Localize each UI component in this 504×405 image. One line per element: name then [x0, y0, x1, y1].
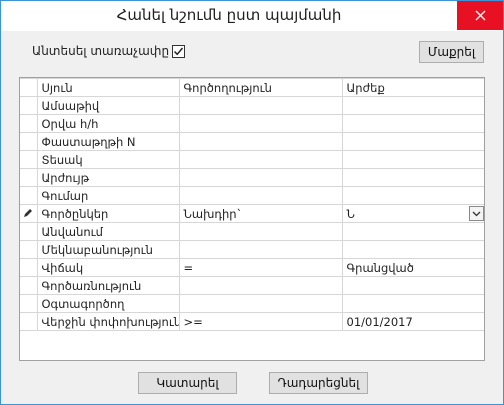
cell-column[interactable]: Անվանում [36, 222, 180, 241]
cell-operation[interactable] [178, 96, 343, 115]
cell-operation[interactable] [178, 186, 343, 205]
cell-operation[interactable] [178, 294, 343, 313]
cell-column[interactable]: Փաստաթղթի N [36, 132, 180, 151]
cell-value[interactable] [341, 96, 484, 115]
cell-column[interactable]: Օրվա հ/հ [36, 114, 180, 133]
column-header-value: Արժեք [341, 78, 484, 97]
row-indicator [20, 312, 38, 331]
cell-value[interactable] [341, 132, 484, 151]
table-row[interactable]: Վերջին փոփոխություն >= 01/01/2017 [20, 312, 484, 331]
cell-value[interactable] [341, 114, 484, 133]
table-row[interactable]: Գումար [20, 186, 484, 205]
row-indicator [20, 132, 38, 151]
row-indicator [20, 240, 38, 259]
conditions-grid: Սյուն Գործողություն Արժեք Ամսաթիվ Օրվա հ/… [19, 77, 485, 361]
table-row[interactable]: Մեկնաբանություն [20, 240, 484, 259]
table-row[interactable]: Ամսաթիվ [20, 96, 484, 115]
table-row[interactable]: Օրվա հ/հ [20, 114, 484, 133]
cell-operation[interactable] [178, 150, 343, 169]
table-row[interactable]: Արժույթ [20, 168, 484, 187]
cell-column[interactable]: Մեկնաբանություն [36, 240, 180, 259]
cell-operation[interactable]: >= [178, 312, 343, 331]
row-indicator [20, 294, 38, 313]
table-row[interactable]: Գործառնություն [20, 276, 484, 295]
cell-value[interactable] [341, 222, 484, 241]
row-indicator [20, 204, 38, 223]
pencil-icon [24, 208, 33, 217]
cell-column[interactable]: Գործառնություն [36, 276, 180, 295]
dialog-window: Հանել նշումն ըստ պայմանի Անտեսել տառաչափ… [0, 0, 504, 405]
ignore-case-label: Անտեսել տառաչափը [32, 44, 170, 58]
column-header-operation: Գործողություն [178, 78, 343, 97]
cell-column[interactable]: Օգտագործող [36, 294, 180, 313]
cell-value[interactable]: Գրանցված [341, 258, 484, 277]
cell-value[interactable] [341, 240, 484, 259]
cell-operation[interactable] [178, 240, 343, 259]
dialog-title: Հանել նշումն ըստ պայմանի [116, 6, 342, 24]
cell-value[interactable]: Ն [341, 204, 484, 223]
cell-column[interactable]: Վերջին փոփոխություն [36, 312, 180, 331]
grid-header-row: Սյուն Գործողություն Արժեք [20, 78, 484, 97]
table-row[interactable]: Վիճակ = Գրանցված [20, 258, 484, 277]
table-row[interactable]: Տեսակ [20, 150, 484, 169]
cell-column[interactable]: Վիճակ [36, 258, 180, 277]
cell-value[interactable]: 01/01/2017 [341, 312, 484, 331]
cell-operation[interactable] [178, 276, 343, 295]
table-row[interactable]: Անվանում [20, 222, 484, 241]
row-indicator [20, 186, 38, 205]
table-row[interactable]: Փաստաթղթի N [20, 132, 484, 151]
dropdown-button[interactable] [468, 206, 484, 221]
execute-button[interactable]: Կատարել [138, 372, 237, 394]
title-bar: Հանել նշումն ըստ պայմանի [1, 1, 503, 31]
cell-column[interactable]: Գումար [36, 186, 180, 205]
row-indicator [20, 258, 38, 277]
row-indicator [20, 96, 38, 115]
dialog-body: Անտեսել տառաչափը Մաքրել Սյուն Գործողությ… [1, 31, 503, 404]
cell-operation[interactable] [178, 222, 343, 241]
row-indicator [20, 150, 38, 169]
value-dropdown-text: Ն [346, 206, 355, 221]
close-icon [475, 10, 485, 21]
cell-operation[interactable] [178, 132, 343, 151]
ignore-case-checkbox[interactable] [172, 44, 186, 58]
cell-operation[interactable] [178, 168, 343, 187]
cell-column[interactable]: Արժույթ [36, 168, 180, 187]
row-indicator [20, 114, 38, 133]
cell-value[interactable] [341, 294, 484, 313]
cell-value[interactable] [341, 150, 484, 169]
cell-value[interactable] [341, 276, 484, 295]
cell-operation[interactable]: Նախդիր` [178, 204, 343, 223]
table-row[interactable]: Գործընկեր Նախդիր` Ն [20, 204, 484, 223]
checkmark-icon [174, 47, 184, 55]
chevron-down-icon [472, 211, 480, 216]
cell-operation[interactable] [178, 114, 343, 133]
row-indicator [20, 168, 38, 187]
cell-column[interactable]: Գործընկեր [36, 204, 180, 223]
cell-value[interactable] [341, 186, 484, 205]
ignore-case-option[interactable]: Անտեսել տառաչափը [32, 44, 186, 58]
cell-column[interactable]: Ամսաթիվ [36, 96, 180, 115]
row-indicator [20, 276, 38, 295]
cancel-button[interactable]: Դադարեցնել [269, 372, 368, 394]
column-header-column: Սյուն [36, 78, 180, 97]
table-row[interactable]: Օգտագործող [20, 294, 484, 313]
cell-value[interactable] [341, 168, 484, 187]
close-button[interactable] [457, 1, 503, 30]
cell-operation[interactable]: = [178, 258, 343, 277]
cell-column[interactable]: Տեսակ [36, 150, 180, 169]
row-indicator [20, 222, 38, 241]
clear-button[interactable]: Մաքրել [419, 41, 484, 63]
row-indicator [20, 78, 38, 97]
